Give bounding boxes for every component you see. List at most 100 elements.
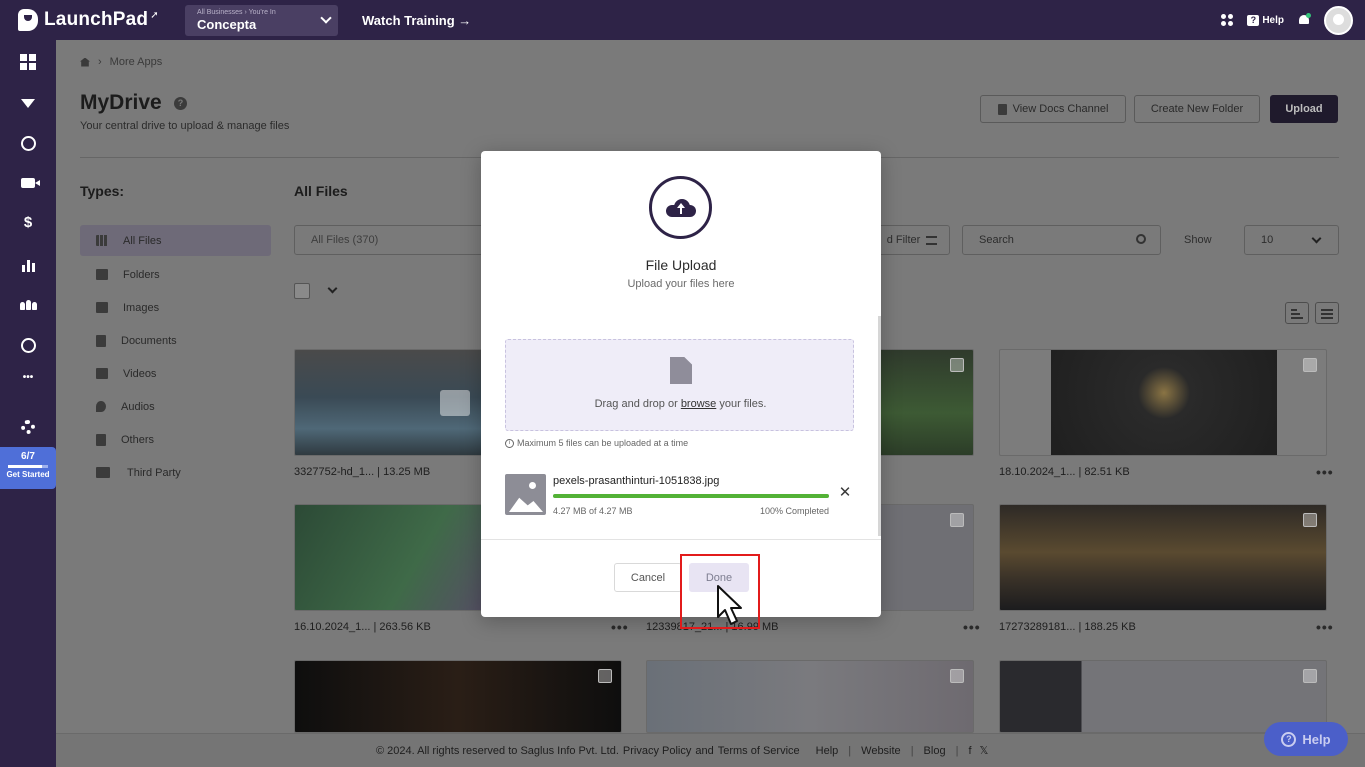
search-input[interactable]: Search bbox=[962, 225, 1161, 255]
type-images[interactable]: Images bbox=[80, 291, 271, 324]
help-circle-icon[interactable]: ? bbox=[174, 97, 187, 110]
copyright-text: © 2024. All rights reserved to Saglus In… bbox=[376, 744, 619, 757]
file-card[interactable] bbox=[999, 349, 1327, 456]
terms-link[interactable]: Terms of Service bbox=[718, 745, 800, 757]
search-placeholder: Search bbox=[979, 234, 1014, 246]
business-hint: All Businesses › You're In bbox=[197, 8, 276, 16]
help-label: Help bbox=[1262, 14, 1284, 26]
browse-link[interactable]: browse bbox=[681, 398, 716, 410]
file-card[interactable] bbox=[999, 504, 1327, 611]
upload-percent: 100% Completed bbox=[759, 506, 829, 516]
funnel-icon[interactable] bbox=[20, 95, 36, 111]
settings-icon[interactable] bbox=[20, 419, 36, 435]
max-files-text: Maximum 5 files can be uploaded at a tim… bbox=[517, 438, 689, 448]
globe-icon[interactable] bbox=[20, 135, 36, 151]
file-checkbox[interactable] bbox=[950, 358, 964, 372]
select-all-checkbox[interactable] bbox=[294, 283, 310, 299]
page-size-value: 10 bbox=[1261, 234, 1274, 246]
floating-help-label: Help bbox=[1302, 731, 1331, 747]
type-third-party[interactable]: Third Party bbox=[80, 456, 271, 489]
get-started-progress[interactable]: 6/7 Get Started bbox=[0, 447, 56, 489]
page-subtitle: Your central drive to upload & manage fi… bbox=[80, 120, 290, 132]
dashboard-icon[interactable] bbox=[20, 54, 36, 70]
chart-icon[interactable] bbox=[20, 257, 36, 273]
apps-grid-icon[interactable] bbox=[1221, 14, 1234, 26]
watch-training-link[interactable]: Watch Training → bbox=[362, 13, 471, 28]
create-folder-button[interactable]: Create New Folder bbox=[1134, 95, 1260, 123]
progress-bar bbox=[8, 465, 48, 468]
file-card[interactable] bbox=[646, 660, 974, 733]
file-name: pexels-prasanthinturi-1051838.jpg bbox=[553, 475, 720, 487]
file-checkbox[interactable] bbox=[1303, 513, 1317, 527]
dialog-title: File Upload bbox=[645, 257, 717, 273]
cloud-upload-icon bbox=[649, 176, 712, 239]
file-caption: 18.10.2024_1... | 82.51 KB bbox=[999, 466, 1130, 478]
type-folders[interactable]: Folders bbox=[80, 258, 271, 291]
drop-zone[interactable]: Drag and drop or browse your files. bbox=[505, 339, 854, 431]
dialog-divider bbox=[481, 539, 881, 540]
meditation-image bbox=[1051, 350, 1277, 455]
more-icon[interactable]: ••• bbox=[20, 370, 36, 386]
type-videos[interactable]: Videos bbox=[80, 357, 271, 390]
type-label: Third Party bbox=[127, 466, 181, 479]
progress-count: 6/7 bbox=[21, 451, 35, 462]
file-size: 4.27 MB of 4.27 MB bbox=[553, 506, 633, 516]
list-view-button[interactable] bbox=[1315, 302, 1339, 324]
type-all-files[interactable]: All Files bbox=[80, 225, 271, 256]
file-caption: 3327752-hd_1... | 13.25 MB bbox=[294, 466, 431, 478]
help-button[interactable]: ? Help bbox=[1247, 14, 1284, 26]
floating-help-button[interactable]: ? Help bbox=[1264, 722, 1348, 756]
type-label: Folders bbox=[123, 268, 160, 281]
upload-button[interactable]: Upload bbox=[1270, 95, 1338, 123]
docs-icon bbox=[997, 103, 1007, 115]
cancel-button[interactable]: Cancel bbox=[614, 563, 682, 592]
video-icon[interactable] bbox=[20, 175, 40, 191]
file-checkbox[interactable] bbox=[950, 669, 964, 683]
remove-file-icon[interactable]: ✕ bbox=[837, 485, 853, 501]
file-checkbox[interactable] bbox=[1303, 669, 1317, 683]
blog-link[interactable]: Blog bbox=[924, 745, 946, 757]
business-selector[interactable]: All Businesses › You're In Concepta bbox=[185, 4, 338, 36]
type-audios[interactable]: Audios bbox=[80, 390, 271, 423]
file-filter-select[interactable]: All Files (370) bbox=[294, 225, 484, 255]
drop-suffix: your files. bbox=[719, 398, 767, 410]
more-options-icon[interactable]: ••• bbox=[1316, 465, 1334, 479]
privacy-link[interactable]: Privacy Policy bbox=[623, 745, 691, 757]
gauge-icon[interactable] bbox=[20, 337, 36, 353]
page-size-select[interactable]: 10 bbox=[1244, 225, 1339, 255]
music-icon bbox=[96, 401, 106, 412]
drop-instructions: Drag and drop or browse your files. bbox=[506, 398, 855, 410]
folder-icon bbox=[96, 269, 108, 280]
grid-icon bbox=[96, 235, 108, 246]
app-logo[interactable]: LaunchPad ➚ bbox=[18, 9, 176, 31]
more-options-icon[interactable]: ••• bbox=[963, 620, 981, 634]
more-options-icon[interactable]: ••• bbox=[1316, 620, 1334, 634]
bell-icon[interactable] bbox=[1298, 13, 1311, 26]
website-link[interactable]: Website bbox=[861, 745, 901, 757]
file-checkbox[interactable] bbox=[1303, 358, 1317, 372]
file-card[interactable] bbox=[294, 660, 622, 733]
dialog-subtitle: Upload your files here bbox=[627, 278, 735, 290]
avatar[interactable] bbox=[1324, 5, 1353, 35]
advanced-filter-button[interactable]: d Filter bbox=[874, 225, 950, 255]
file-checkbox[interactable] bbox=[598, 669, 612, 683]
facebook-icon[interactable]: f bbox=[968, 745, 971, 757]
sort-button[interactable] bbox=[1285, 302, 1309, 324]
footer-help-link[interactable]: Help bbox=[816, 745, 839, 757]
type-others[interactable]: Others bbox=[80, 423, 271, 456]
question-icon: ? bbox=[1281, 731, 1297, 747]
file-checkbox[interactable] bbox=[950, 513, 964, 527]
more-options-icon[interactable]: ••• bbox=[611, 620, 629, 634]
breadcrumb-current[interactable]: More Apps bbox=[110, 56, 163, 68]
view-docs-button[interactable]: View Docs Channel bbox=[980, 95, 1126, 123]
users-icon[interactable] bbox=[19, 297, 37, 313]
file-icon bbox=[96, 433, 106, 446]
dollar-icon[interactable]: $ bbox=[20, 215, 36, 231]
type-label: All Files bbox=[123, 234, 162, 247]
type-documents[interactable]: Documents bbox=[80, 324, 271, 357]
bulk-actions-chevron-icon[interactable] bbox=[327, 283, 338, 294]
dialog-scrollbar[interactable] bbox=[878, 316, 881, 536]
home-icon[interactable] bbox=[80, 57, 90, 67]
type-label: Documents bbox=[121, 334, 177, 347]
x-icon[interactable]: 𝕏 bbox=[980, 744, 989, 757]
